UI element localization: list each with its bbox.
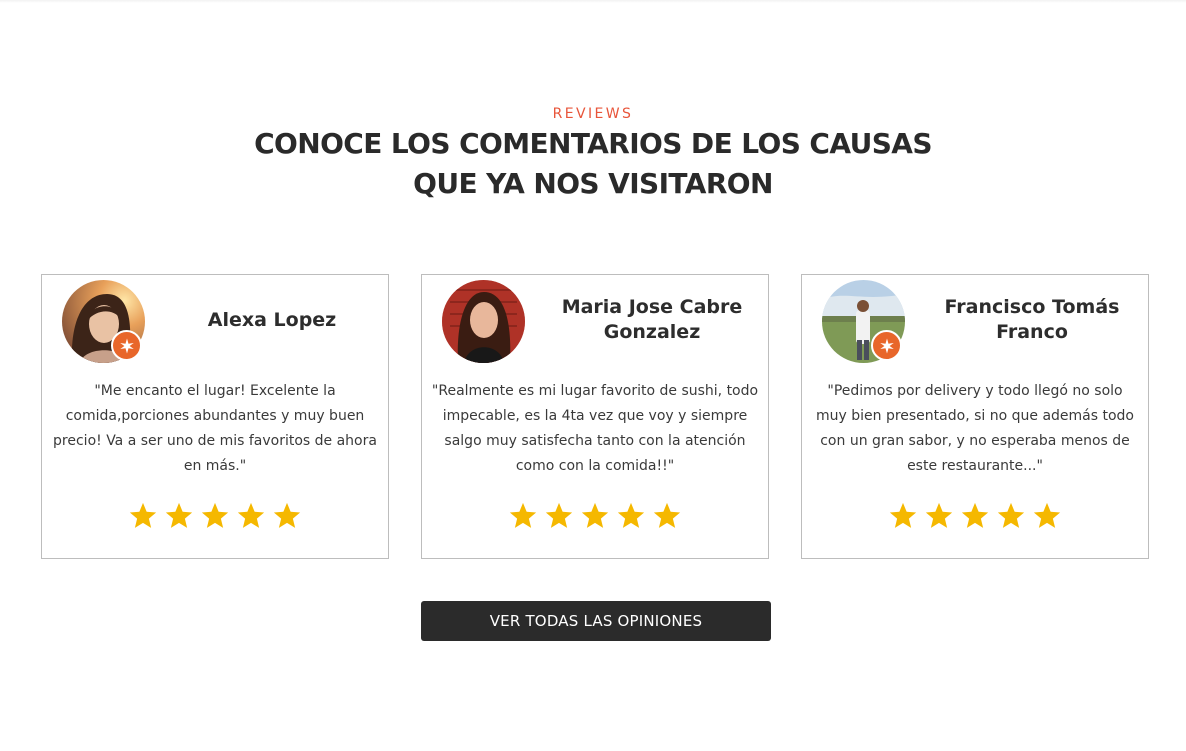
star-rating	[422, 501, 768, 531]
reviewer-avatar	[442, 280, 525, 363]
star-icon	[925, 502, 953, 528]
star-icon	[273, 502, 301, 528]
reviewer-name-text: Maria Jose Cabre Gonzalez	[561, 296, 743, 343]
review-text: "Realmente es mi lugar favorito de sushi…	[431, 383, 759, 474]
star-icon	[961, 502, 989, 528]
local-guide-badge-icon	[111, 330, 142, 361]
star-icon	[617, 502, 645, 528]
review-card: Alexa Lopez "Me encanto el lugar! Excele…	[41, 274, 389, 559]
star-icon	[653, 502, 681, 528]
top-divider	[0, 0, 1186, 3]
star-icon	[889, 502, 917, 528]
section-title: CONOCE LOS COMENTARIOS DE LOS CAUSAS QUE…	[193, 124, 993, 204]
review-text: "Me encanto el lugar! Excelente la comid…	[53, 383, 377, 474]
reviews-page: REVIEWS CONOCE LOS COMENTARIOS DE LOS CA…	[0, 0, 1186, 751]
reviewer-name: Francisco Tomás Franco	[922, 285, 1142, 355]
local-guide-badge-icon	[871, 330, 902, 361]
star-icon	[1033, 502, 1061, 528]
star-icon	[509, 502, 537, 528]
star-icon	[545, 502, 573, 528]
star-icon	[165, 502, 193, 528]
star-icon	[581, 502, 609, 528]
star-rating	[42, 501, 388, 531]
review-card: Maria Jose Cabre Gonzalez "Realmente es …	[421, 274, 769, 559]
review-card: Francisco Tomás Franco "Pedimos por deli…	[801, 274, 1149, 559]
reviewer-name-text: Alexa Lopez	[207, 308, 337, 331]
star-icon	[997, 502, 1025, 528]
reviewer-name-text: Francisco Tomás Franco	[944, 296, 1120, 343]
section-title-line-2: QUE YA NOS VISITARON	[413, 167, 773, 200]
reviewer-name: Maria Jose Cabre Gonzalez	[542, 285, 762, 355]
section-eyebrow: REVIEWS	[552, 106, 634, 122]
star-icon	[237, 502, 265, 528]
star-rating	[802, 501, 1148, 531]
star-icon	[201, 502, 229, 528]
star-icon	[129, 502, 157, 528]
reviewer-name: Alexa Lopez	[162, 285, 382, 355]
view-all-reviews-button[interactable]: VER TODAS LAS OPINIONES	[421, 601, 771, 641]
review-text: "Pedimos por delivery y todo llegó no so…	[815, 383, 1134, 474]
section-title-line-1: CONOCE LOS COMENTARIOS DE LOS CAUSAS	[254, 127, 932, 160]
